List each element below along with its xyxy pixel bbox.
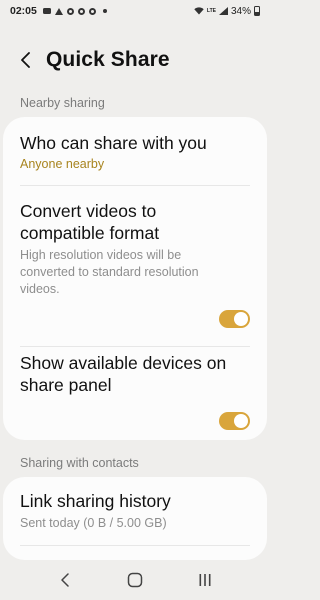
divider xyxy=(20,545,250,546)
app-header: Quick Share xyxy=(0,40,270,80)
recent-apps-icon xyxy=(199,574,211,586)
link-sharing-history-title: Link sharing history xyxy=(20,491,171,511)
show-devices-title-line1: Show available devices on xyxy=(20,353,227,373)
toggle-knob xyxy=(234,414,248,428)
nav-back-button[interactable] xyxy=(45,565,85,595)
settings-icon xyxy=(88,7,96,15)
wifi-icon xyxy=(194,7,204,15)
link-sharing-history-value: Sent today (0 B / 5.00 GB) xyxy=(20,516,167,530)
section-header-sharing-with-contacts: Sharing with contacts xyxy=(20,456,139,470)
back-arrow-icon xyxy=(21,52,30,68)
page-title: Quick Share xyxy=(46,48,170,71)
convert-videos-desc-line1: High resolution videos will be xyxy=(20,248,182,262)
message-icon xyxy=(42,8,51,14)
convert-videos-row[interactable]: Convert videos to compatible format High… xyxy=(3,186,267,346)
battery-icon xyxy=(254,6,260,16)
home-icon xyxy=(127,572,143,588)
show-devices-toggle[interactable] xyxy=(219,412,250,430)
back-button[interactable] xyxy=(6,40,46,80)
settings-icon xyxy=(77,7,85,15)
status-left: 02:05 xyxy=(10,5,107,17)
status-time: 02:05 xyxy=(10,5,37,17)
toggle-knob xyxy=(234,312,248,326)
network-type: LTE xyxy=(206,7,216,14)
status-bar: 02:05 LTE 34% xyxy=(0,0,270,22)
nav-home-button[interactable] xyxy=(115,565,155,595)
alert-icon xyxy=(54,7,63,15)
who-can-share-title: Who can share with you xyxy=(20,133,207,153)
show-devices-row[interactable]: Show available devices on share panel xyxy=(3,347,267,440)
link-sharing-history-row[interactable]: Link sharing history Sent today (0 B / 5… xyxy=(3,477,267,545)
show-devices-title-line2: share panel xyxy=(20,375,112,395)
convert-videos-toggle[interactable] xyxy=(219,310,250,328)
who-can-share-row[interactable]: Who can share with you Anyone nearby xyxy=(3,117,267,185)
nav-recent-apps-button[interactable] xyxy=(185,565,225,595)
convert-videos-desc-line3: videos. xyxy=(20,282,60,296)
nearby-sharing-card: Who can share with you Anyone nearby Con… xyxy=(3,117,267,440)
signal-icon xyxy=(218,7,228,15)
convert-videos-title-line2: compatible format xyxy=(20,223,160,243)
convert-videos-desc-line2: converted to standard resolution xyxy=(20,265,199,279)
quick-share-screen: 02:05 LTE 34% Quick Share Nearby sharing… xyxy=(0,0,270,600)
nav-back-icon xyxy=(61,573,69,587)
convert-videos-title-line1: Convert videos to xyxy=(20,201,157,221)
dot-icon xyxy=(102,9,107,13)
section-header-nearby-sharing: Nearby sharing xyxy=(20,96,105,110)
battery-percent: 34% xyxy=(230,5,251,17)
who-can-share-value: Anyone nearby xyxy=(20,157,105,171)
sharing-with-contacts-card: Link sharing history Sent today (0 B / 5… xyxy=(3,477,267,560)
settings-icon xyxy=(66,7,74,15)
status-right: LTE 34% xyxy=(194,6,260,17)
navigation-bar xyxy=(0,560,270,600)
